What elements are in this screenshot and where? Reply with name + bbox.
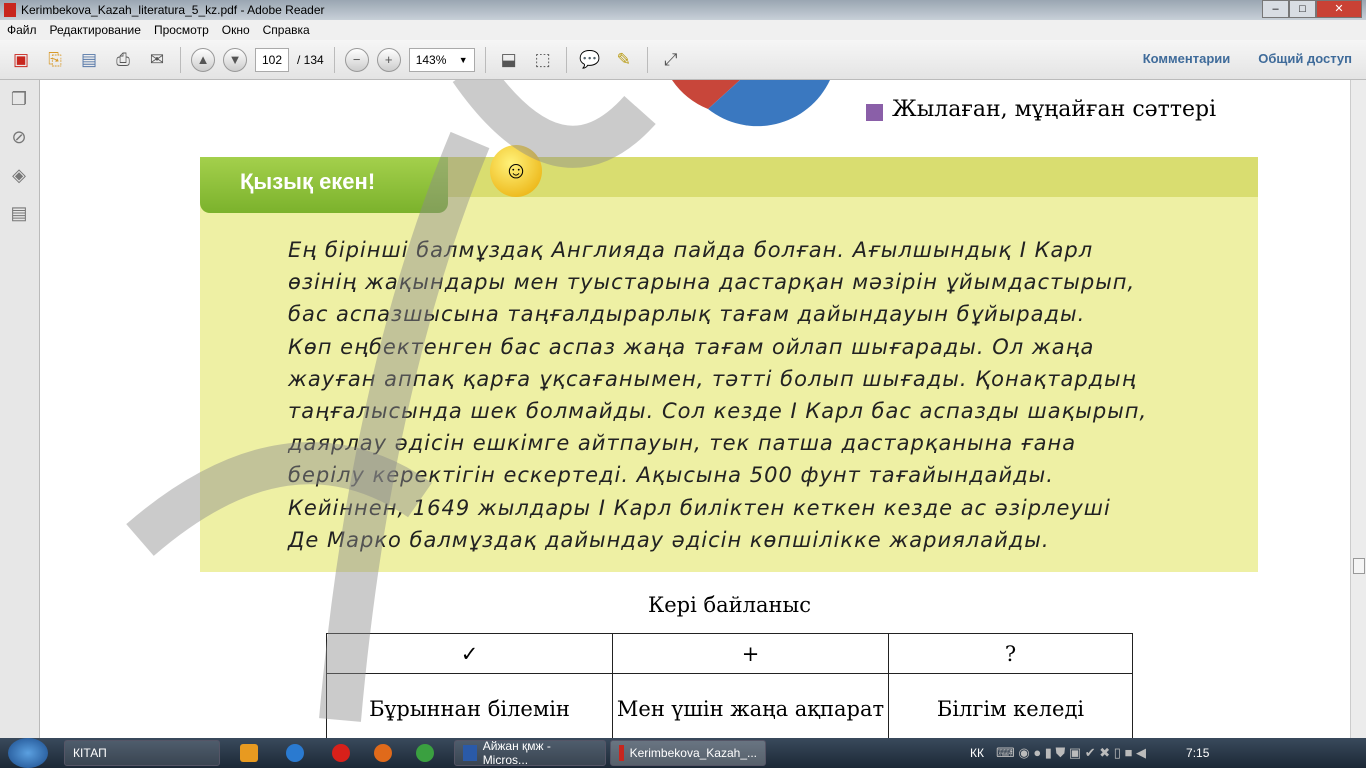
header-cell: +: [612, 633, 889, 674]
text-line: бас аспазшысына таңғалдырарлық тағам дай…: [288, 302, 1086, 327]
box-text: Ең бірінші балмұздақ Англияда пайда болғ…: [288, 234, 1196, 556]
zoom-in-icon[interactable]: +: [376, 47, 401, 72]
legend-swatch: [866, 104, 883, 121]
prev-page-icon[interactable]: ▲: [191, 47, 215, 72]
table-header-row: ✓ + ?: [326, 633, 1133, 674]
close-button[interactable]: ✕: [1316, 0, 1362, 18]
page-number-input[interactable]: 102: [255, 47, 289, 72]
clock[interactable]: 7:15: [1186, 746, 1209, 760]
zoom-out-icon[interactable]: −: [344, 47, 369, 72]
text-line: таңғалысында шек болмайды. Сол кезде І К…: [288, 399, 1148, 424]
text-line: берілу керектігін ескертеді. Ақысына 500…: [288, 463, 1054, 488]
firefox-icon[interactable]: [374, 744, 392, 762]
taskbar-reader-label: Kerimbekova_Kazah_...: [629, 746, 757, 760]
text-line: өзінің жақындары мен туыстарына дастарқа…: [288, 270, 1136, 295]
language-indicator[interactable]: КК: [970, 746, 984, 760]
divider: [484, 46, 486, 73]
opera-icon[interactable]: [332, 744, 350, 762]
info-box: Қызық екен! ☺ Ең бірінші балмұздақ Англи…: [200, 145, 1258, 572]
scrollbar-thumb[interactable]: [1353, 558, 1365, 574]
reader-icon: [619, 745, 624, 761]
page-total: / 134: [297, 52, 324, 67]
navigation-panel: ❐ ⊘ ◈ ▤: [0, 80, 40, 738]
comments-button[interactable]: Комментарии: [1143, 51, 1231, 66]
text-line: даярлау әдісін ешкімге айтпауын, тек пат…: [288, 431, 1077, 456]
fullscreen-icon[interactable]: ⤢: [658, 47, 684, 73]
start-button[interactable]: [8, 738, 48, 768]
menu-help[interactable]: Справка: [263, 23, 310, 37]
ie-icon[interactable]: [286, 744, 304, 762]
taskbar-folder[interactable]: КІТАП: [64, 740, 220, 766]
table-cell: Білгім келеді: [888, 673, 1133, 738]
smiley-icon: ☺: [490, 145, 542, 197]
signature-icon[interactable]: ▤: [8, 203, 30, 225]
box-title: Қызық екен!: [200, 157, 448, 213]
table-cell: Мен үшін жаңа ақпарат: [612, 673, 889, 738]
divider: [180, 46, 181, 73]
toolbar: ▣ ⎘ ▤ ⎙ ✉ ▲ ▼ 102 / 134 − + 143% ▼ ⬓ ⬚ 💬 …: [0, 40, 1366, 80]
zoom-select[interactable]: 143% ▼: [408, 47, 475, 72]
title-bar: Kerimbekova_Kazah_literatura_5_kz.pdf - …: [0, 0, 1366, 20]
header-cell: ✓: [326, 633, 613, 674]
document-page: Жылаған, мұңайған сәттері Қызық екен! ☺ …: [40, 80, 1350, 738]
minimize-button[interactable]: –: [1262, 0, 1289, 18]
table-title: Кері байланыс: [647, 593, 811, 617]
attachment-icon[interactable]: ⊘: [8, 127, 30, 149]
table-cell: Бұрыннан білемін: [326, 673, 613, 738]
feedback-table: ✓ + ? Бұрыннан білемін Мен үшін жаңа ақп…: [326, 633, 1133, 738]
header-cell: ?: [888, 633, 1133, 674]
taskbar: КІТАП Айжан қмж - Micros... Kerimbekova_…: [0, 738, 1366, 768]
menu-file[interactable]: Файл: [7, 23, 37, 37]
email-icon[interactable]: ✉: [144, 47, 170, 73]
legend-label: Жылаған, мұңайған сәттері: [892, 97, 1217, 122]
media-player-icon[interactable]: [240, 744, 258, 762]
share-button[interactable]: Общий доступ: [1258, 51, 1352, 66]
pages-icon[interactable]: ❐: [8, 89, 30, 111]
highlight-icon[interactable]: ✎: [611, 47, 637, 73]
fit-width-icon[interactable]: ⬚: [530, 47, 556, 73]
pdf-icon: [4, 3, 16, 17]
text-line: Ең бірінші балмұздақ Англияда пайда болғ…: [288, 238, 1094, 262]
text-line: Көп еңбектенген бас аспаз жаңа тағам ойл…: [288, 334, 1095, 359]
text-line: Кейіннен, 1649 жылдары І Карл биліктен к…: [288, 495, 1111, 520]
window-title: Kerimbekova_Kazah_literatura_5_kz.pdf - …: [21, 3, 325, 17]
zoom-value: 143%: [415, 52, 447, 67]
word-icon: [463, 745, 477, 761]
taskbar-word[interactable]: Айжан қмж - Micros...: [454, 739, 606, 767]
next-page-icon[interactable]: ▼: [223, 47, 247, 72]
open-icon[interactable]: ⎘: [42, 47, 68, 73]
create-icon[interactable]: ▣: [8, 47, 34, 73]
tray-icons[interactable]: ⌨ ◉ ● ▮ ⛊ ▣ ✔ ✖ ▯ ■ ◀: [996, 745, 1146, 761]
divider: [565, 46, 567, 73]
table-row: Бұрыннан білемін Мен үшін жаңа ақпарат Б…: [326, 673, 1133, 738]
menu-edit[interactable]: Редактирование: [50, 23, 141, 37]
menu-window[interactable]: Окно: [222, 23, 250, 37]
taskbar-reader[interactable]: Kerimbekova_Kazah_...: [610, 740, 766, 766]
print-icon[interactable]: ⎙: [110, 47, 136, 73]
divider: [646, 46, 648, 73]
layers-icon[interactable]: ◈: [8, 165, 30, 187]
menu-view[interactable]: Просмотр: [154, 23, 209, 37]
save-icon[interactable]: ▤: [76, 47, 102, 73]
menu-bar: Файл Редактирование Просмотр Окно Справк…: [0, 20, 1366, 40]
text-line: жауған аппақ қарға ұқсағанымен, тәтті бо…: [288, 366, 1137, 391]
vertical-scrollbar[interactable]: [1350, 80, 1366, 738]
fit-page-icon[interactable]: ⬓: [496, 47, 522, 73]
maximize-button[interactable]: □: [1289, 0, 1316, 18]
chrome-icon[interactable]: [416, 744, 434, 762]
taskbar-word-label: Айжан қмж - Micros...: [482, 739, 551, 767]
comment-icon[interactable]: 💬: [577, 47, 603, 73]
divider: [333, 46, 335, 73]
text-line: Де Марко балмұздақ дайындау әдісін көпші…: [288, 527, 1050, 552]
taskbar-folder-label: КІТАП: [73, 746, 107, 760]
chevron-down-icon: ▼: [458, 54, 468, 65]
